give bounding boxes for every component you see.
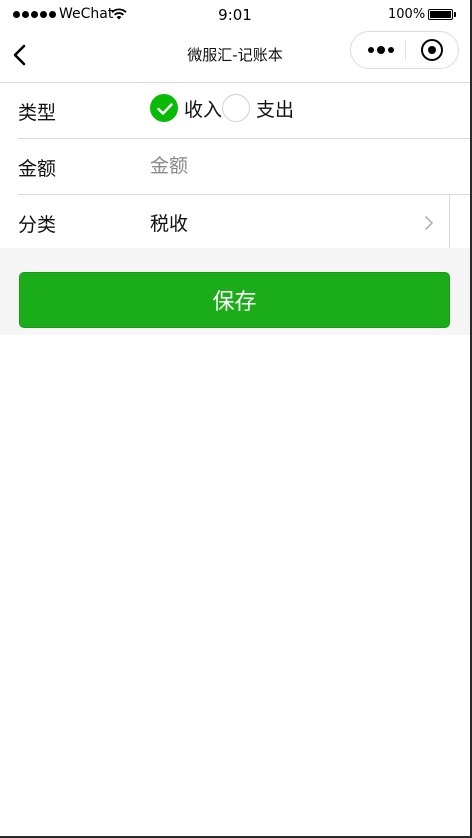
- battery-percentage: 100%: [388, 7, 426, 22]
- app-frame: WeChat 9:01 100% 微服汇-记账本 类型 收入 支出 金额 金额 …: [0, 0, 472, 838]
- category-label: 分类: [18, 214, 57, 236]
- type-radio-group: 收入 支出: [150, 94, 294, 122]
- close-button[interactable]: [421, 39, 443, 61]
- battery-cap: [454, 12, 456, 17]
- radio-income[interactable]: 收入: [150, 94, 222, 122]
- type-label: 类型: [18, 102, 57, 124]
- category-divider: [449, 195, 450, 250]
- amount-row: 金额: [18, 139, 470, 195]
- amount-input[interactable]: [150, 150, 450, 182]
- more-dots-icon: [368, 47, 374, 53]
- type-row: 类型 收入 支出: [18, 83, 470, 139]
- radio-unchecked-icon: [222, 94, 251, 122]
- radio-checked-icon: [150, 94, 178, 122]
- navigation-bar: 微服汇-记账本: [0, 30, 470, 83]
- button-area: 保存: [0, 248, 470, 335]
- category-row[interactable]: 分类 税收: [0, 195, 470, 251]
- radio-expense[interactable]: 支出: [222, 94, 294, 122]
- save-button[interactable]: 保存: [19, 272, 450, 328]
- status-bar: WeChat 9:01 100%: [0, 0, 470, 30]
- radio-expense-label: 支出: [256, 98, 295, 121]
- category-picker-value[interactable]: 税收: [150, 209, 188, 236]
- capsule-divider: [405, 41, 406, 60]
- chevron-right-icon: [425, 216, 433, 230]
- radio-income-label: 收入: [184, 98, 223, 121]
- more-button[interactable]: [359, 32, 403, 68]
- record-form: 类型 收入 支出 金额 分类: [0, 83, 470, 251]
- battery-icon: [428, 9, 453, 20]
- miniprogram-capsule: [350, 31, 459, 69]
- amount-label: 金额: [18, 158, 57, 180]
